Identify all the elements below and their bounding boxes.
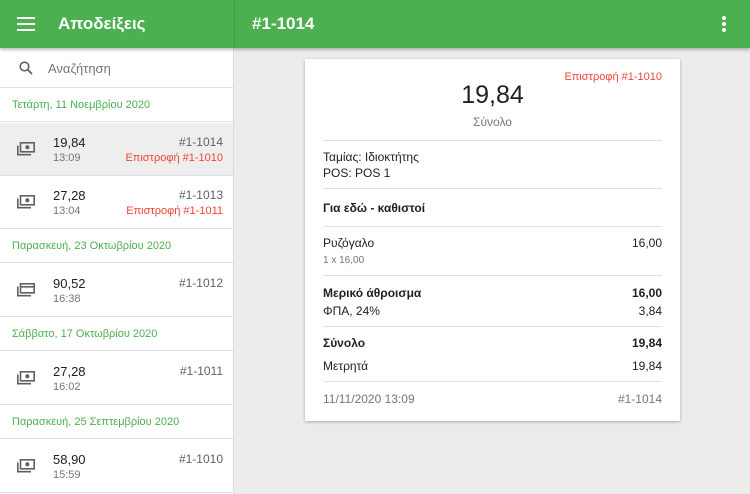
search-bar (0, 48, 233, 88)
search-input[interactable] (48, 56, 224, 80)
dining-option: Για εδώ - καθιστοί (323, 201, 426, 215)
pos-label: POS: POS 1 (323, 166, 391, 180)
item-price: 16,00 (631, 236, 662, 250)
total-label: Σύνολο (323, 336, 366, 350)
receipt-row[interactable]: 27,28 16:02 #1-1011 (0, 352, 233, 405)
receipt-number: #1-1010 (178, 452, 223, 466)
divider (323, 326, 662, 327)
cashier-label: Ταμίας: Ιδιοκτήτης (323, 150, 419, 164)
receipt-row[interactable]: 19,84 13:09 #1-1014 Επιστροφή #1-1010 (0, 123, 233, 176)
receipt-time: 13:04 (53, 205, 81, 217)
total-caption: Σύνολο (473, 115, 512, 129)
card-icon (17, 283, 35, 297)
divider (323, 226, 662, 227)
receipt-card: Επιστροφή #1-1010 19,84 Σύνολο Ταμίας: Ι… (305, 59, 680, 421)
app-bar-divider (234, 0, 235, 48)
receipt-total: 19,84 (461, 81, 524, 109)
item-name: Ρυζόγαλο (323, 236, 375, 250)
cash-icon (17, 371, 35, 385)
menu-icon[interactable] (17, 16, 35, 32)
item-quantity: 1 x 16,00 (323, 255, 365, 266)
receipt-time: 13:09 (53, 152, 81, 164)
receipt-number: #1-1011 (179, 364, 223, 378)
receipt-amount: 58,90 (53, 452, 86, 467)
payment-value: 19,84 (631, 359, 662, 373)
tax-label: ΦΠΑ, 24% (323, 304, 380, 318)
receipt-amount: 27,28 (53, 364, 86, 379)
receipt-amount: 27,28 (53, 188, 86, 203)
total-value: 19,84 (631, 336, 662, 350)
receipt-number: #1-1014 (178, 135, 223, 149)
receipts-list: Τετάρτη, 11 Νοεμβρίου 2020 19,84 13:09 #… (0, 48, 234, 494)
cash-icon (17, 195, 35, 209)
receipt-row[interactable]: 58,90 15:59 #1-1010 (0, 440, 233, 493)
receipt-number: #1-1013 (178, 188, 223, 202)
receipt-row[interactable]: 90,52 16:38 #1-1012 (0, 264, 233, 317)
receipt-time: 16:38 (53, 293, 81, 305)
receipt-footer-number: #1-1014 (617, 392, 662, 406)
divider (323, 188, 662, 189)
app-title: Αποδείξεις (58, 14, 146, 33)
receipt-row[interactable]: 27,28 13:04 #1-1013 Επιστροφή #1-1011 (0, 176, 233, 229)
receipt-time: 16:02 (53, 381, 81, 393)
payment-type: Μετρητά (323, 359, 369, 373)
search-icon (19, 61, 33, 75)
subtotal-value: 16,00 (631, 286, 662, 300)
date-header: Παρασκευή, 25 Σεπτεμβρίου 2020 (0, 405, 233, 439)
divider (323, 381, 662, 382)
date-header: Τετάρτη, 11 Νοεμβρίου 2020 (0, 88, 233, 122)
date-header: Παρασκευή, 23 Οκτωβρίου 2020 (0, 229, 233, 263)
subtotal-label: Μερικό άθροισμα (323, 286, 422, 300)
cash-icon (17, 459, 35, 473)
cash-icon (17, 142, 35, 156)
divider (323, 275, 662, 276)
refund-label: Επιστροφή #1-1011 (126, 205, 223, 217)
more-vert-icon[interactable] (718, 14, 730, 34)
receipt-number-title: #1-1014 (252, 14, 315, 33)
receipt-amount: 90,52 (53, 276, 86, 291)
receipt-time: 15:59 (53, 469, 81, 481)
divider (323, 140, 662, 141)
receipt-number: #1-1012 (178, 276, 223, 290)
app-bar: Αποδείξεις #1-1014 (0, 0, 750, 48)
receipt-datetime: 11/11/2020 13:09 (323, 392, 415, 406)
receipt-amount: 19,84 (53, 135, 86, 150)
tax-value: 3,84 (638, 304, 662, 318)
date-header: Σάββατο, 17 Οκτωβρίου 2020 (0, 317, 233, 351)
refund-label: Επιστροφή #1-1010 (125, 152, 223, 164)
